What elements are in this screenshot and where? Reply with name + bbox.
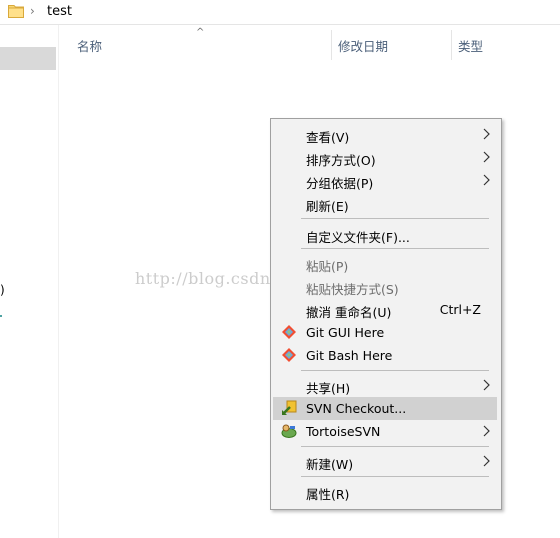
menu-item-refresh[interactable]: 刷新(E) (273, 192, 497, 215)
column-divider[interactable] (331, 30, 332, 60)
menu-item-group-by[interactable]: 分组依据(P) (273, 169, 497, 192)
column-header-type[interactable]: 类型 (458, 36, 483, 55)
submenu-arrow-icon (483, 174, 490, 186)
menu-item-git-gui[interactable]: Git GUI Here (273, 321, 497, 344)
menu-item-label: 刷新(E) (306, 199, 349, 214)
menu-item-label: Git Bash Here (306, 348, 393, 363)
menu-item-paste[interactable]: 粘贴(P) (273, 252, 497, 275)
menu-item-label: SVN Checkout... (306, 401, 407, 416)
column-header-name[interactable]: 名称 (77, 36, 102, 55)
column-divider[interactable] (451, 30, 452, 60)
column-header-modified[interactable]: 修改日期 (338, 36, 388, 55)
git-gui-icon (282, 325, 296, 339)
nav-item-partial-text[interactable]: ) (0, 283, 5, 297)
menu-item-svn-checkout[interactable]: SVN Checkout... (273, 397, 497, 420)
menu-item-properties[interactable]: 属性(R) (273, 480, 497, 503)
menu-item-sort-by[interactable]: 排序方式(O) (273, 146, 497, 169)
menu-item-label: Git GUI Here (306, 325, 385, 340)
navigation-pane[interactable]: ) (0, 25, 59, 538)
menu-item-label: 自定义文件夹(F)... (306, 230, 410, 245)
address-bar[interactable]: › test (0, 0, 560, 25)
menu-item-label: 粘贴快捷方式(S) (306, 282, 399, 297)
menu-item-paste-shortcut[interactable]: 粘贴快捷方式(S) (273, 275, 497, 298)
menu-item-label: 分组依据(P) (306, 176, 374, 191)
git-bash-icon (282, 348, 296, 362)
menu-item-label: 共享(H) (306, 381, 351, 396)
sort-ascending-icon: ^ (196, 27, 205, 38)
menu-item-customize-folder[interactable]: 自定义文件夹(F)... (273, 223, 497, 246)
menu-separator (301, 248, 489, 249)
menu-item-label: 撤消 重命名(U) (306, 305, 392, 320)
menu-item-label: 粘贴(P) (306, 259, 349, 274)
breadcrumb-chevron-icon[interactable]: › (30, 4, 35, 18)
tortoisesvn-icon (281, 424, 297, 438)
submenu-arrow-icon (483, 455, 490, 467)
menu-item-label: TortoiseSVN (306, 424, 381, 439)
menu-separator (301, 218, 489, 219)
folder-icon (8, 5, 24, 18)
menu-separator (301, 476, 489, 477)
svn-checkout-icon (282, 400, 297, 415)
menu-item-label: 新建(W) (306, 457, 354, 472)
submenu-arrow-icon (483, 151, 490, 163)
menu-item-shortcut: Ctrl+Z (439, 302, 481, 317)
submenu-arrow-icon (483, 425, 490, 437)
submenu-arrow-icon (483, 379, 490, 391)
context-menu[interactable]: 查看(V) 排序方式(O) 分组依据(P) 刷新(E) 自定义文件夹(F)...… (270, 118, 502, 510)
nav-selected-item[interactable] (0, 47, 56, 70)
menu-item-tortoisesvn[interactable]: TortoiseSVN (273, 420, 497, 443)
submenu-arrow-icon (483, 128, 490, 140)
menu-item-label: 属性(R) (306, 487, 350, 502)
breadcrumb-folder-test[interactable]: test (47, 4, 72, 19)
menu-item-share[interactable]: 共享(H) (273, 374, 497, 397)
menu-separator (301, 370, 489, 371)
menu-item-git-bash[interactable]: Git Bash Here (273, 344, 497, 367)
menu-item-label: 查看(V) (306, 130, 350, 145)
menu-item-view[interactable]: 查看(V) (273, 123, 497, 146)
menu-item-undo-rename[interactable]: 撤消 重命名(U) Ctrl+Z (273, 298, 497, 321)
menu-separator (301, 446, 489, 447)
nav-item-icon (0, 315, 2, 317)
menu-item-new[interactable]: 新建(W) (273, 450, 497, 473)
menu-item-label: 排序方式(O) (306, 153, 376, 168)
